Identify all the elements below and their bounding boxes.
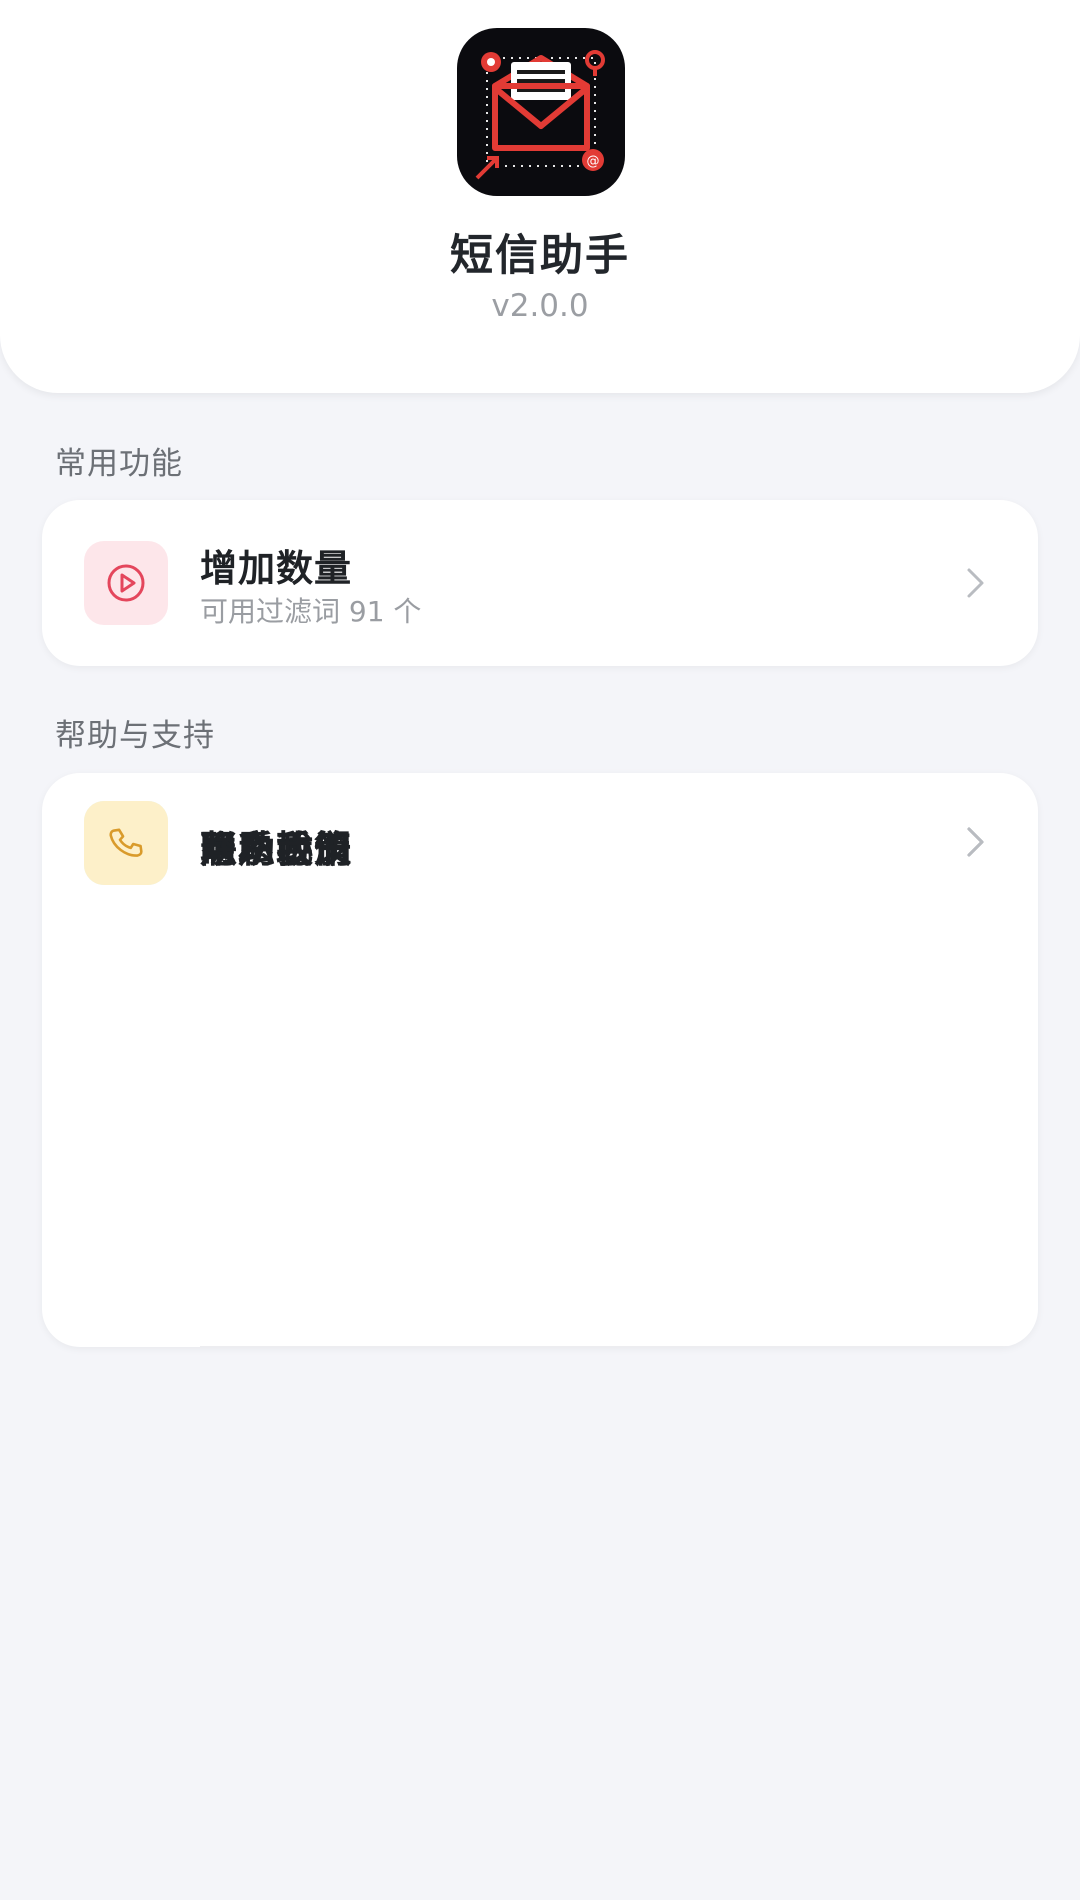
section-title-help: 帮助与支持 xyxy=(55,718,215,754)
privacy-policy-item[interactable]: 隐私政策 xyxy=(42,773,1038,1347)
app-header: @ 短信助手 v2.0.0 xyxy=(0,0,1080,393)
app-version: v2.0.0 xyxy=(491,288,589,324)
user-agreement-item[interactable]: 用户协议 xyxy=(42,801,1038,1347)
svg-text:@: @ xyxy=(587,154,600,169)
play-circle-icon xyxy=(84,541,168,625)
filter-words-count: 可用过滤词 91 个 xyxy=(200,595,422,628)
help-support-card: 隐私政策 用户协议 帮助手册 联系我们 xyxy=(42,773,1038,1347)
app-logo-icon: @ xyxy=(457,28,625,196)
section-title-common: 常用功能 xyxy=(55,446,183,482)
help-manual-item[interactable]: 帮助手册 xyxy=(42,801,1038,1347)
common-functions-card: 增加数量 可用过滤词 91 个 xyxy=(42,500,1038,666)
chevron-right-icon xyxy=(967,568,984,598)
app-name: 短信助手 xyxy=(450,231,630,281)
contact-us-item[interactable]: 联系我们 xyxy=(42,801,1038,1329)
contact-us-label: 联系我们 xyxy=(200,828,352,871)
phone-icon xyxy=(84,801,168,885)
add-quantity-label: 增加数量 xyxy=(200,547,352,590)
chevron-right-icon xyxy=(967,827,984,857)
add-quantity-item[interactable]: 增加数量 可用过滤词 91 个 xyxy=(42,500,1038,666)
divider xyxy=(200,1346,1038,1347)
